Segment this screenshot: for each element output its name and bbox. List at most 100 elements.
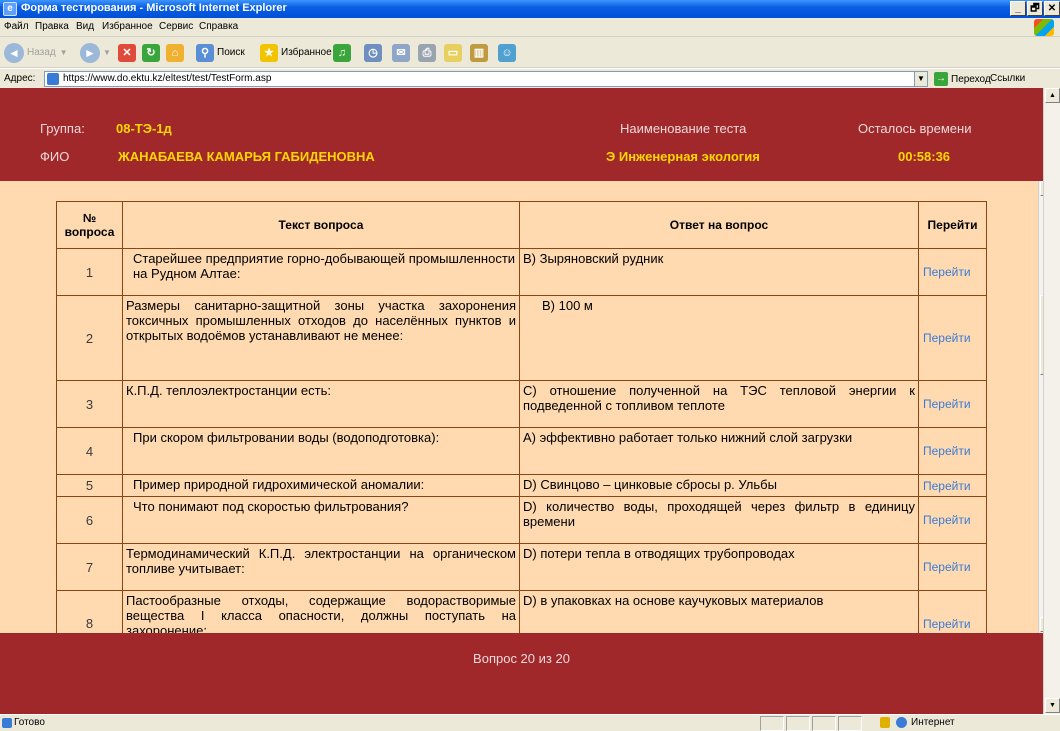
name-label: ФИО: [40, 149, 70, 164]
answer-text: A) эффективно работает только нижний сло…: [519, 427, 919, 475]
question-text: К.П.Д. теплоэлектростанции есть:: [122, 380, 520, 428]
search-button[interactable]: ⚲ Поиск: [196, 41, 245, 64]
student-name: ЖАНАБАЕВА КАМАРЬЯ ГАБИДЕНОВНА: [118, 149, 375, 164]
question-number: 3: [56, 380, 123, 428]
window-title: Форма тестирования - Microsoft Internet …: [21, 2, 287, 14]
table-row: 3 К.П.Д. теплоэлектростанции есть: C) от…: [56, 380, 987, 428]
goto-link[interactable]: Перейти: [918, 474, 987, 497]
question-number: 4: [56, 427, 123, 475]
edit-button[interactable]: ▭: [444, 41, 462, 64]
question-counter: Вопрос 20 из 20: [473, 651, 570, 666]
browser-window: e Форма тестирования - Microsoft Interne…: [0, 0, 1060, 731]
table-row: 1 Старейшее предприятие горно-добывающей…: [56, 248, 987, 296]
goto-link[interactable]: Перейти: [918, 496, 987, 544]
test-name: Э Инженерная экология: [606, 149, 760, 164]
forward-arrow-icon: ►: [80, 42, 100, 63]
answer-text: C) отношение полученной на ТЭС тепловой …: [519, 380, 919, 428]
address-input[interactable]: https://www.do.ektu.kz/eltest/test/TestF…: [44, 71, 928, 87]
address-url: https://www.do.ektu.kz/eltest/test/TestF…: [63, 73, 272, 84]
history-icon: ◷: [364, 43, 382, 62]
time-left: 00:58:36: [898, 149, 951, 164]
question-text: Термодинамический К.П.Д. электростанции …: [122, 543, 520, 591]
address-dropdown-icon[interactable]: ▼: [914, 71, 928, 87]
goto-link[interactable]: Перейти: [918, 295, 987, 381]
status-text: Готово: [14, 717, 45, 728]
menu-file[interactable]: Файл: [4, 21, 29, 32]
question-number: 7: [56, 543, 123, 591]
stop-icon: ✕: [118, 43, 136, 62]
question-number: 5: [56, 474, 123, 497]
answer-text: B) 100 м: [519, 295, 919, 381]
table-row: 5 Пример природной гидрохимической анома…: [56, 474, 987, 497]
media-button[interactable]: ♫: [333, 41, 351, 64]
ie-icon: e: [3, 2, 17, 16]
col-header-question: Текст вопроса: [122, 201, 520, 249]
question-number: 2: [56, 295, 123, 381]
close-button[interactable]: ✕: [1044, 1, 1060, 16]
questions-table: № вопроса Текст вопроса Ответ на вопрос …: [56, 201, 987, 657]
menu-bar: Файл Правка Вид Избранное Сервис Справка: [0, 18, 1060, 37]
answer-text: D) количество воды, проходящей через фил…: [519, 496, 919, 544]
refresh-icon: ↻: [142, 43, 160, 62]
question-text: Старейшее предприятие горно-добывающей п…: [122, 248, 520, 296]
menu-edit[interactable]: Правка: [35, 21, 69, 32]
discuss-button[interactable]: ▥: [470, 41, 488, 64]
favorites-button[interactable]: ★ Избранное: [260, 41, 332, 64]
answer-text: B) Зыряновский рудник: [519, 248, 919, 296]
back-arrow-icon: ◄: [4, 42, 24, 63]
page-icon: [47, 73, 59, 85]
links-button[interactable]: Ссылки: [990, 73, 1025, 84]
back-button[interactable]: ◄ Назад ▼: [4, 41, 68, 64]
menu-favorites[interactable]: Избранное: [102, 21, 153, 32]
mail-button[interactable]: ✉: [392, 41, 410, 64]
question-number: 1: [56, 248, 123, 296]
toolbar: ◄ Назад ▼ ► ▼ ✕ ↻ ⌂ ⚲ Поиск ★ Избранное …: [0, 37, 1060, 68]
menu-tools[interactable]: Сервис: [159, 21, 193, 32]
print-button[interactable]: ⎙: [418, 41, 436, 64]
time-left-label: Осталось времени: [858, 121, 972, 136]
maximize-button[interactable]: 🗗: [1027, 1, 1043, 16]
goto-link[interactable]: Перейти: [918, 248, 987, 296]
col-header-goto: Перейти: [918, 201, 987, 249]
media-icon: ♫: [333, 43, 351, 62]
refresh-button[interactable]: ↻: [142, 41, 160, 64]
print-icon: ⎙: [418, 43, 436, 62]
goto-link[interactable]: Перейти: [918, 543, 987, 591]
menu-view[interactable]: Вид: [76, 21, 94, 32]
forward-button[interactable]: ► ▼: [80, 41, 111, 64]
security-zone: Интернет: [880, 717, 955, 728]
page-status-icon: [2, 718, 12, 728]
page-scroll-down-icon[interactable]: ▼: [1045, 698, 1060, 713]
answer-text: D) Свинцово – цинковые сбросы р. Ульбы: [519, 474, 919, 497]
answer-text: D) потери тепла в отводящих трубопровода…: [519, 543, 919, 591]
question-text: Что понимают под скоростью фильтрования?: [122, 496, 520, 544]
title-bar: e Форма тестирования - Microsoft Interne…: [0, 0, 1060, 18]
goto-link[interactable]: Перейти: [918, 427, 987, 475]
messenger-button[interactable]: ☺: [498, 41, 516, 64]
stop-button[interactable]: ✕: [118, 41, 136, 64]
test-footer: Вопрос 20 из 20: [0, 633, 1043, 714]
question-number: 6: [56, 496, 123, 544]
question-text: Пример природной гидрохимической аномали…: [122, 474, 520, 497]
menu-help[interactable]: Справка: [199, 21, 238, 32]
page-content: Группа: 08-ТЭ-1д ФИО ЖАНАБАЕВА КАМАРЬЯ Г…: [0, 88, 1060, 714]
minimize-button[interactable]: _: [1010, 1, 1026, 16]
home-button[interactable]: ⌂: [166, 41, 184, 64]
history-button[interactable]: ◷: [364, 41, 382, 64]
col-header-answer: Ответ на вопрос: [519, 201, 919, 249]
questions-panel: № вопроса Текст вопроса Ответ на вопрос …: [0, 181, 1055, 657]
table-row: 6 Что понимают под скоростью фильтровани…: [56, 496, 987, 544]
discuss-icon: ▥: [470, 43, 488, 62]
globe-icon: [896, 717, 907, 728]
address-bar: Адрес: https://www.do.ektu.kz/eltest/tes…: [0, 68, 1060, 88]
lock-icon: [880, 717, 890, 728]
page-scrollbar[interactable]: ▲ ▼: [1043, 88, 1060, 714]
address-label: Адрес:: [4, 73, 36, 84]
col-header-num: № вопроса: [56, 201, 123, 249]
page-scroll-up-icon[interactable]: ▲: [1045, 88, 1060, 103]
go-button[interactable]: → Переход: [934, 71, 991, 87]
goto-link[interactable]: Перейти: [918, 380, 987, 428]
question-text: При скором фильтровании воды (водоподгот…: [122, 427, 520, 475]
table-header-row: № вопроса Текст вопроса Ответ на вопрос …: [56, 201, 987, 249]
folder-icon: ▭: [444, 43, 462, 62]
